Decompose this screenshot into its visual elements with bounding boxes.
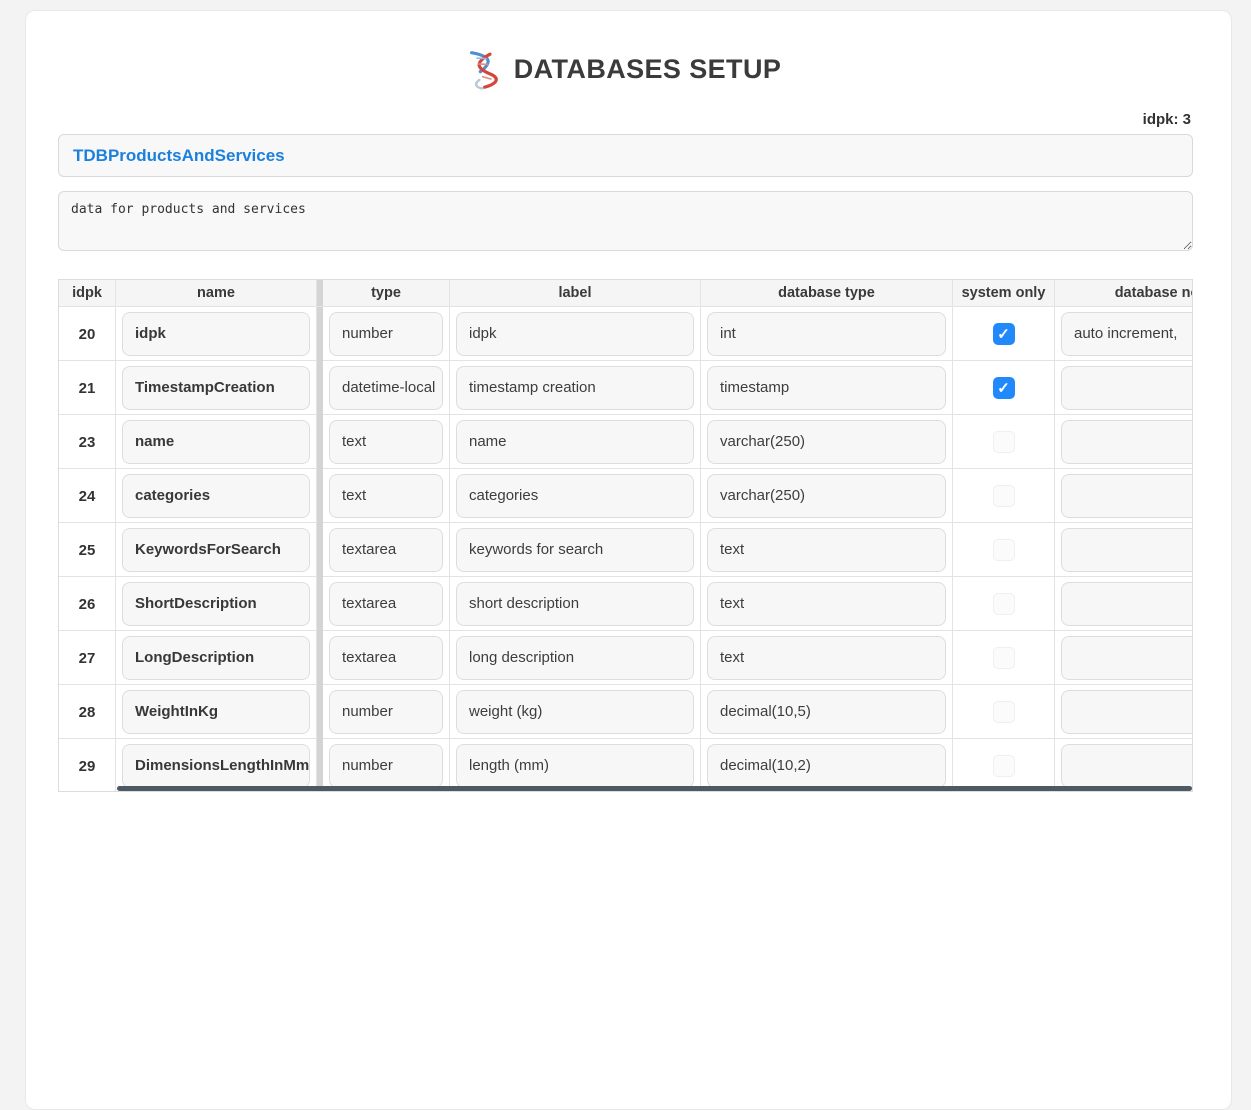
dna-icon [465,47,504,91]
database-notes-input[interactable] [1061,744,1193,788]
database-notes-input[interactable] [1061,690,1193,734]
table-row: 27 LongDescription textarea long descrip… [59,631,1193,685]
row-idpk: 25 [59,523,116,577]
database-type-input[interactable]: text [707,528,946,572]
table-row: 21 TimestampCreation datetime-local time… [59,361,1193,415]
system-only-checkbox[interactable] [993,323,1015,345]
type-input[interactable]: number [329,744,443,788]
table-header-row: idpk name type label database type syste… [59,280,1193,307]
row-idpk: 23 [59,415,116,469]
database-notes-input[interactable] [1061,528,1193,572]
fields-table-viewport: idpk name type label database type syste… [58,279,1193,792]
system-only-checkbox[interactable] [993,539,1015,561]
database-type-input[interactable]: text [707,582,946,626]
type-input[interactable]: datetime-local [329,366,443,410]
name-input[interactable]: categories [122,474,310,518]
database-notes-input[interactable] [1061,420,1193,464]
row-idpk: 27 [59,631,116,685]
table-row: 26 ShortDescription textarea short descr… [59,577,1193,631]
table-row: 28 WeightInKg number weight (kg) decimal… [59,685,1193,739]
type-input[interactable]: textarea [329,528,443,572]
fields-table: idpk name type label database type syste… [59,280,1193,792]
type-input[interactable]: textarea [329,582,443,626]
column-header-label: label [450,280,701,306]
database-notes-input[interactable] [1061,366,1193,410]
system-only-checkbox[interactable] [993,593,1015,615]
database-type-input[interactable]: varchar(250) [707,420,946,464]
name-input[interactable]: WeightInKg [122,690,310,734]
page-header: DATABASES SETUP [58,49,1191,89]
setup-card: DATABASES SETUP idpk: 3 data for product… [25,10,1232,1110]
database-type-input[interactable]: varchar(250) [707,474,946,518]
label-input[interactable]: name [456,420,694,464]
row-idpk: 28 [59,685,116,739]
label-input[interactable]: length (mm) [456,744,694,788]
label-input[interactable]: long description [456,636,694,680]
database-type-input[interactable]: decimal(10,2) [707,744,946,788]
database-type-input[interactable]: text [707,636,946,680]
column-header-type: type [317,280,450,306]
row-idpk: 21 [59,361,116,415]
row-idpk: 26 [59,577,116,631]
name-input[interactable]: LongDescription [122,636,310,680]
type-input[interactable]: text [329,474,443,518]
type-input[interactable]: number [329,312,443,356]
column-header-name: name [116,280,317,306]
table-row: 20 idpk number idpk int auto increment, [59,307,1193,361]
label-input[interactable]: short description [456,582,694,626]
column-header-system-only: system only [953,280,1055,306]
description-textarea[interactable]: data for products and services [58,191,1193,251]
system-only-checkbox[interactable] [993,377,1015,399]
system-only-checkbox[interactable] [993,485,1015,507]
page-title: DATABASES SETUP [514,54,782,85]
type-input[interactable]: textarea [329,636,443,680]
row-idpk: 24 [59,469,116,523]
label-input[interactable]: keywords for search [456,528,694,572]
row-idpk: 29 [59,739,116,792]
system-only-checkbox[interactable] [993,647,1015,669]
table-body: 20 idpk number idpk int auto increment, … [59,307,1193,792]
database-type-input[interactable]: decimal(10,5) [707,690,946,734]
system-only-checkbox[interactable] [993,431,1015,453]
label-input[interactable]: timestamp creation [456,366,694,410]
table-row: 29 DimensionsLengthInMm number length (m… [59,739,1193,792]
column-header-database-notes: database notes [1055,280,1193,306]
label-input[interactable]: weight (kg) [456,690,694,734]
column-header-idpk: idpk [59,280,116,306]
type-input[interactable]: text [329,420,443,464]
system-only-checkbox[interactable] [993,701,1015,723]
table-row: 25 KeywordsForSearch textarea keywords f… [59,523,1193,577]
database-notes-input[interactable] [1061,474,1193,518]
label-input[interactable]: idpk [456,312,694,356]
database-type-input[interactable]: timestamp [707,366,946,410]
database-notes-input[interactable] [1061,582,1193,626]
table-name-input[interactable] [58,134,1193,177]
database-type-input[interactable]: int [707,312,946,356]
name-input[interactable]: DimensionsLengthInMm [122,744,310,788]
name-input[interactable]: TimestampCreation [122,366,310,410]
idpk-badge: idpk: 3 [58,111,1191,128]
database-notes-input[interactable]: auto increment, [1061,312,1193,356]
label-input[interactable]: categories [456,474,694,518]
table-row: 24 categories text categories varchar(25… [59,469,1193,523]
name-input[interactable]: ShortDescription [122,582,310,626]
name-input[interactable]: name [122,420,310,464]
name-input[interactable]: KeywordsForSearch [122,528,310,572]
column-header-database-type: database type [701,280,953,306]
table-row: 23 name text name varchar(250) [59,415,1193,469]
database-notes-input[interactable] [1061,636,1193,680]
type-input[interactable]: number [329,690,443,734]
row-idpk: 20 [59,307,116,361]
name-input[interactable]: idpk [122,312,310,356]
system-only-checkbox[interactable] [993,755,1015,777]
horizontal-scrollbar[interactable] [117,786,1192,791]
